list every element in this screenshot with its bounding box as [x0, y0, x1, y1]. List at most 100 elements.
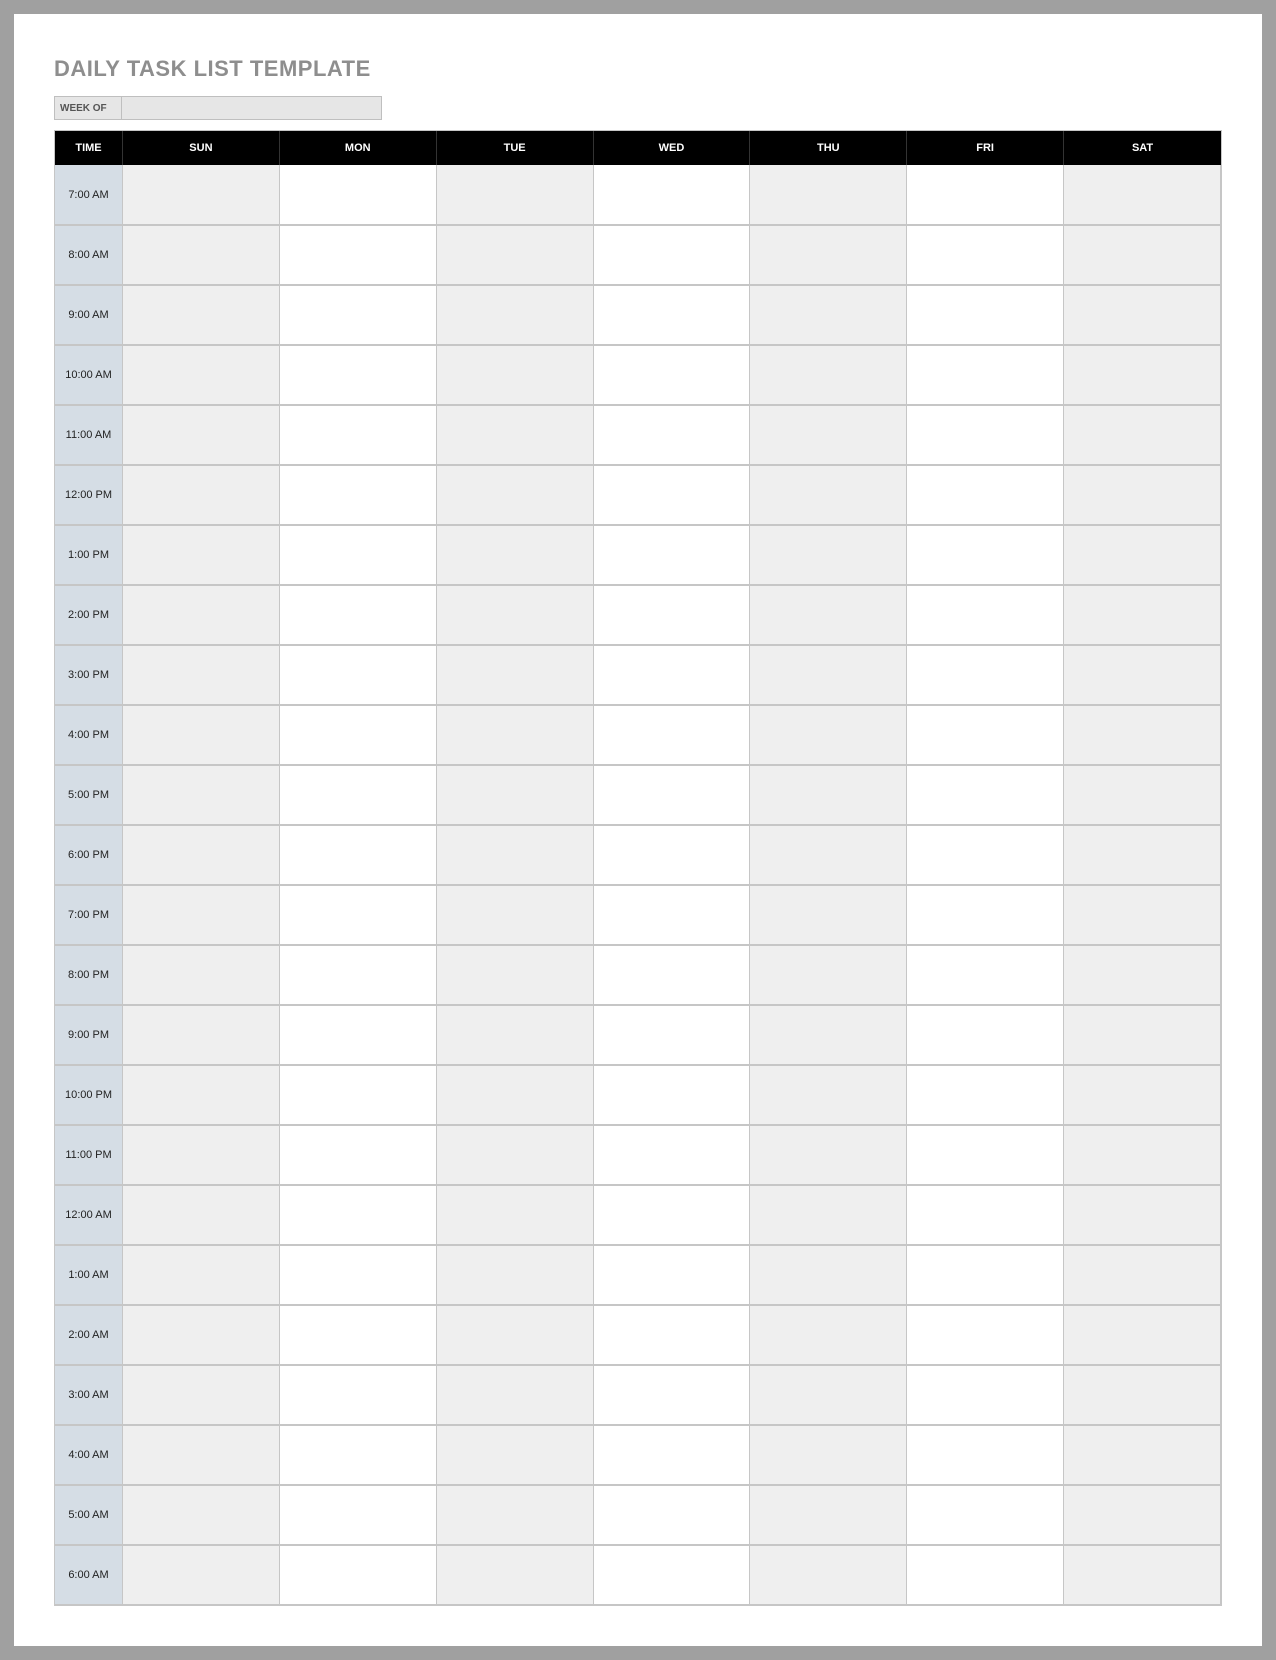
- task-cell[interactable]: [1064, 1305, 1221, 1365]
- task-cell[interactable]: [123, 225, 280, 285]
- task-cell[interactable]: [1064, 825, 1221, 885]
- task-cell[interactable]: [1064, 345, 1221, 405]
- task-cell[interactable]: [750, 1125, 907, 1185]
- task-cell[interactable]: [437, 345, 594, 405]
- task-cell[interactable]: [907, 1185, 1064, 1245]
- task-cell[interactable]: [750, 1185, 907, 1245]
- task-cell[interactable]: [280, 1005, 437, 1065]
- task-cell[interactable]: [1064, 765, 1221, 825]
- task-cell[interactable]: [280, 1365, 437, 1425]
- task-cell[interactable]: [1064, 1425, 1221, 1485]
- task-cell[interactable]: [1064, 1125, 1221, 1185]
- task-cell[interactable]: [280, 885, 437, 945]
- task-cell[interactable]: [594, 825, 751, 885]
- task-cell[interactable]: [1064, 1545, 1221, 1605]
- task-cell[interactable]: [280, 225, 437, 285]
- task-cell[interactable]: [437, 1185, 594, 1245]
- task-cell[interactable]: [907, 1005, 1064, 1065]
- task-cell[interactable]: [1064, 705, 1221, 765]
- task-cell[interactable]: [907, 285, 1064, 345]
- task-cell[interactable]: [123, 465, 280, 525]
- task-cell[interactable]: [1064, 405, 1221, 465]
- task-cell[interactable]: [750, 645, 907, 705]
- task-cell[interactable]: [123, 705, 280, 765]
- task-cell[interactable]: [280, 705, 437, 765]
- task-cell[interactable]: [1064, 1245, 1221, 1305]
- task-cell[interactable]: [907, 1365, 1064, 1425]
- task-cell[interactable]: [437, 405, 594, 465]
- task-cell[interactable]: [1064, 465, 1221, 525]
- task-cell[interactable]: [750, 945, 907, 1005]
- task-cell[interactable]: [123, 1485, 280, 1545]
- task-cell[interactable]: [907, 1125, 1064, 1185]
- task-cell[interactable]: [280, 525, 437, 585]
- task-cell[interactable]: [907, 1305, 1064, 1365]
- task-cell[interactable]: [750, 825, 907, 885]
- task-cell[interactable]: [123, 1365, 280, 1425]
- task-cell[interactable]: [437, 705, 594, 765]
- task-cell[interactable]: [280, 1545, 437, 1605]
- task-cell[interactable]: [750, 885, 907, 945]
- task-cell[interactable]: [594, 1185, 751, 1245]
- task-cell[interactable]: [594, 285, 751, 345]
- task-cell[interactable]: [437, 1545, 594, 1605]
- task-cell[interactable]: [280, 1245, 437, 1305]
- task-cell[interactable]: [280, 1305, 437, 1365]
- task-cell[interactable]: [907, 1485, 1064, 1545]
- task-cell[interactable]: [437, 1245, 594, 1305]
- task-cell[interactable]: [280, 945, 437, 1005]
- task-cell[interactable]: [280, 765, 437, 825]
- task-cell[interactable]: [123, 285, 280, 345]
- task-cell[interactable]: [123, 405, 280, 465]
- task-cell[interactable]: [594, 1485, 751, 1545]
- task-cell[interactable]: [123, 1425, 280, 1485]
- task-cell[interactable]: [907, 525, 1064, 585]
- task-cell[interactable]: [594, 645, 751, 705]
- task-cell[interactable]: [1064, 525, 1221, 585]
- task-cell[interactable]: [750, 1065, 907, 1125]
- task-cell[interactable]: [123, 885, 280, 945]
- task-cell[interactable]: [1064, 285, 1221, 345]
- task-cell[interactable]: [1064, 1185, 1221, 1245]
- task-cell[interactable]: [437, 465, 594, 525]
- task-cell[interactable]: [750, 705, 907, 765]
- task-cell[interactable]: [907, 1065, 1064, 1125]
- task-cell[interactable]: [280, 1065, 437, 1125]
- task-cell[interactable]: [280, 465, 437, 525]
- task-cell[interactable]: [907, 1545, 1064, 1605]
- task-cell[interactable]: [907, 1425, 1064, 1485]
- task-cell[interactable]: [123, 765, 280, 825]
- task-cell[interactable]: [123, 165, 280, 225]
- task-cell[interactable]: [594, 1425, 751, 1485]
- task-cell[interactable]: [907, 825, 1064, 885]
- task-cell[interactable]: [1064, 1485, 1221, 1545]
- task-cell[interactable]: [750, 285, 907, 345]
- task-cell[interactable]: [750, 405, 907, 465]
- task-cell[interactable]: [437, 825, 594, 885]
- task-cell[interactable]: [1064, 225, 1221, 285]
- task-cell[interactable]: [750, 1425, 907, 1485]
- task-cell[interactable]: [750, 525, 907, 585]
- task-cell[interactable]: [594, 345, 751, 405]
- task-cell[interactable]: [594, 525, 751, 585]
- week-of-input[interactable]: [122, 96, 382, 120]
- task-cell[interactable]: [750, 765, 907, 825]
- task-cell[interactable]: [437, 585, 594, 645]
- task-cell[interactable]: [1064, 885, 1221, 945]
- task-cell[interactable]: [123, 1065, 280, 1125]
- task-cell[interactable]: [123, 345, 280, 405]
- task-cell[interactable]: [907, 585, 1064, 645]
- task-cell[interactable]: [1064, 645, 1221, 705]
- task-cell[interactable]: [907, 645, 1064, 705]
- task-cell[interactable]: [594, 1305, 751, 1365]
- task-cell[interactable]: [123, 1305, 280, 1365]
- task-cell[interactable]: [594, 1005, 751, 1065]
- task-cell[interactable]: [280, 1125, 437, 1185]
- task-cell[interactable]: [280, 405, 437, 465]
- task-cell[interactable]: [1064, 1005, 1221, 1065]
- task-cell[interactable]: [123, 1245, 280, 1305]
- task-cell[interactable]: [594, 405, 751, 465]
- task-cell[interactable]: [750, 1245, 907, 1305]
- task-cell[interactable]: [750, 465, 907, 525]
- task-cell[interactable]: [594, 585, 751, 645]
